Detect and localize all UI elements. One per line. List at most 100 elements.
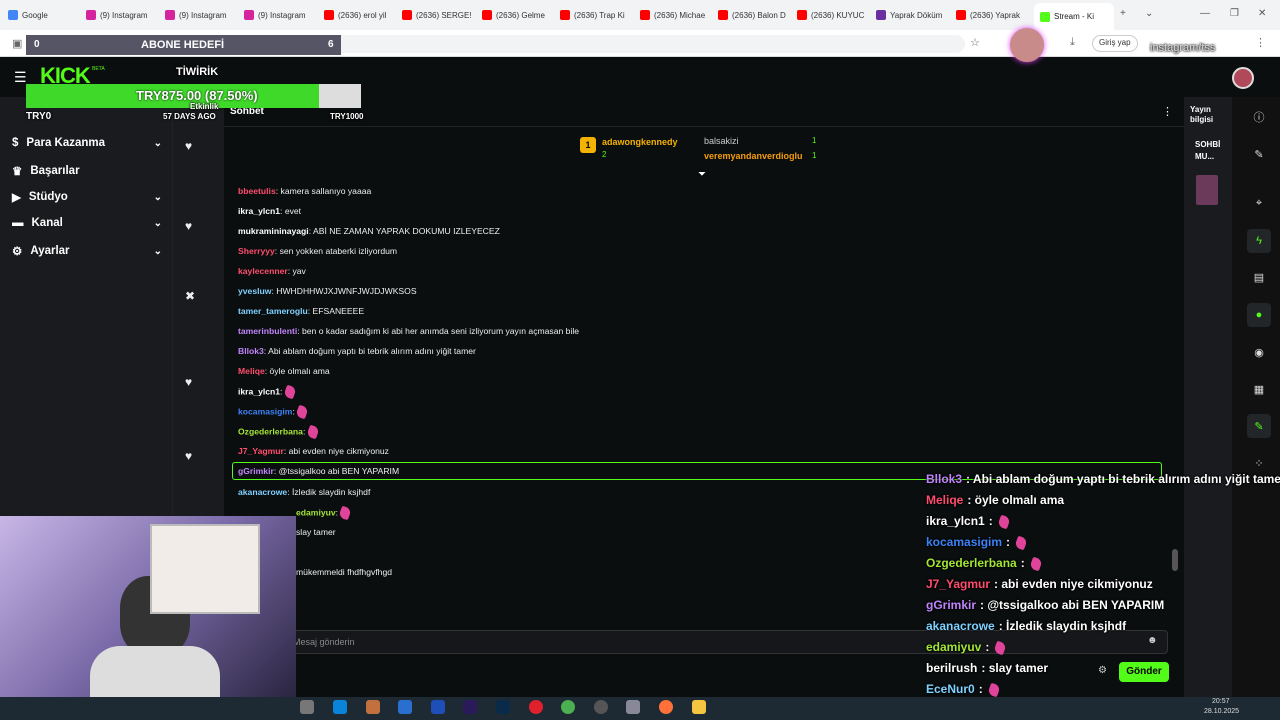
app-icon[interactable] bbox=[431, 700, 445, 714]
store-icon[interactable] bbox=[300, 700, 314, 714]
overlay-chat-line: EceNur0: bbox=[926, 682, 1001, 698]
close-window-button[interactable]: ✕ bbox=[1258, 8, 1266, 19]
sidebar-item[interactable]: ⚙ Ayarlar ⌄ bbox=[12, 244, 162, 258]
download-icon[interactable]: ⤓ bbox=[1070, 36, 1075, 49]
chrome-icon[interactable] bbox=[561, 700, 575, 714]
favicon-icon bbox=[718, 10, 728, 20]
crosshair-icon[interactable]: ⌖ bbox=[1247, 191, 1271, 215]
info-icon[interactable]: ⓘ bbox=[1247, 105, 1271, 129]
chat-username[interactable]: ikra_ylcn1 bbox=[238, 386, 280, 396]
photoshop-icon[interactable] bbox=[496, 700, 510, 714]
sidebar-icon[interactable]: ▣ bbox=[12, 37, 22, 50]
browser-tab[interactable]: (9) Instagram bbox=[244, 6, 316, 24]
browser-tab[interactable]: Yaprak Döküm bbox=[876, 6, 948, 24]
folder-icon[interactable] bbox=[692, 700, 706, 714]
chat-username[interactable]: edamiyuv bbox=[296, 507, 336, 517]
menu-icon[interactable]: ⋮ bbox=[1255, 36, 1266, 49]
new-tab-button[interactable]: + bbox=[1120, 8, 1126, 19]
browser-tab[interactable]: (9) Instagram bbox=[86, 6, 158, 24]
overlay-chat-user: EceNur0 bbox=[926, 682, 975, 696]
bookmark-star-icon[interactable]: ☆ bbox=[970, 36, 980, 49]
app-icon[interactable] bbox=[626, 700, 640, 714]
chat-username[interactable]: J7_Yagmur bbox=[238, 446, 284, 456]
browser-tab[interactable]: (2636) KUYUC bbox=[797, 6, 869, 24]
chevron-down-icon[interactable]: ⌄ bbox=[154, 218, 162, 229]
firefox-icon[interactable] bbox=[659, 700, 673, 714]
restore-button[interactable]: ❐ bbox=[1230, 8, 1239, 19]
chat-username[interactable]: Sherryyy bbox=[238, 246, 275, 256]
gear-icon: ⚙ bbox=[12, 246, 23, 258]
app-icon[interactable] bbox=[398, 700, 412, 714]
sidebar-item[interactable]: ▬ Kanal ⌄ bbox=[12, 217, 162, 229]
profile-button[interactable]: Giriş yap bbox=[1092, 35, 1138, 52]
clipboard-icon[interactable]: ▤ bbox=[1247, 265, 1271, 289]
emoji-icon[interactable]: ☻ bbox=[1147, 635, 1158, 646]
shelf bbox=[150, 524, 260, 614]
chat-username[interactable]: akanacrowe bbox=[238, 487, 287, 497]
chat-username[interactable]: ikra_ylcn1 bbox=[238, 206, 280, 216]
minimize-button[interactable]: — bbox=[1200, 8, 1210, 19]
avatar[interactable] bbox=[1232, 67, 1254, 89]
hamburger-icon[interactable]: ☰ bbox=[14, 69, 27, 86]
clock-time: 20:57 bbox=[1212, 698, 1230, 705]
edit-icon[interactable]: ✎ bbox=[1247, 142, 1271, 166]
browser-tab-label: Yaprak Döküm bbox=[890, 10, 943, 20]
chat-text: İzledik slaydin ksjhdf bbox=[292, 487, 371, 497]
chat-username[interactable]: Meliqe bbox=[238, 366, 265, 376]
browser-tab[interactable]: Google bbox=[8, 6, 80, 24]
wrench-icon[interactable]: ✎ bbox=[1247, 414, 1271, 438]
chat-username[interactable]: gGrimkir bbox=[238, 466, 274, 476]
sidebar-item[interactable]: $ Para Kazanma ⌄ bbox=[12, 137, 162, 149]
sidebar-item[interactable]: ▶ Stüdyo ⌄ bbox=[12, 190, 162, 204]
browser-tab[interactable]: (2636) Trap Ki bbox=[560, 6, 632, 24]
app-icon[interactable] bbox=[366, 700, 380, 714]
emote-icon bbox=[996, 514, 1011, 530]
chat-username[interactable]: tamerinbulenti bbox=[238, 326, 297, 336]
tab-list-icon[interactable]: ⌄ bbox=[1145, 8, 1153, 19]
browser-tab[interactable]: Stream - Ki bbox=[1034, 3, 1114, 30]
chat-username[interactable]: mukramininayagi bbox=[238, 226, 309, 236]
expand-icon[interactable]: ⏷ bbox=[698, 169, 706, 180]
settings-icon[interactable]: ⚙ bbox=[1098, 665, 1107, 676]
chat-username[interactable]: kocamasigim bbox=[238, 406, 292, 416]
browser-tab-label: (2636) Balon D bbox=[732, 10, 786, 20]
chat-username[interactable]: yvesluw bbox=[238, 286, 271, 296]
chat-username[interactable]: kaylecenner bbox=[238, 266, 288, 276]
edge-icon[interactable] bbox=[333, 700, 347, 714]
browser-tab[interactable]: (2636) erol yil bbox=[324, 6, 396, 24]
trophy-icon: ♛ bbox=[12, 166, 23, 178]
browser-tab[interactable]: (2636) Michae bbox=[640, 6, 712, 24]
chevron-down-icon[interactable]: ⌄ bbox=[154, 246, 162, 257]
chevron-down-icon[interactable]: ⌄ bbox=[154, 192, 162, 203]
chat-username[interactable]: Ozgederlerbana bbox=[238, 426, 303, 436]
chat-username[interactable]: tamer_tameroglu bbox=[238, 306, 308, 316]
category-thumbnail[interactable] bbox=[1196, 175, 1218, 205]
overlay-chat-line: kocamasigim: bbox=[926, 535, 1028, 551]
broadcast-icon[interactable]: ◉ bbox=[1247, 340, 1271, 364]
chat-message: mukramininayagi: ABİ NE ZAMAN YAPRAK DOK… bbox=[238, 226, 500, 236]
obs-icon[interactable] bbox=[594, 700, 608, 714]
chat-scrollbar[interactable] bbox=[1172, 549, 1178, 571]
chevron-down-icon[interactable]: ⌄ bbox=[154, 138, 162, 149]
browser-tab[interactable]: (2636) Balon D bbox=[718, 6, 790, 24]
chat-options-icon[interactable]: ⋮ bbox=[1162, 105, 1173, 118]
browser-tab[interactable]: (2636) SERGE! bbox=[402, 6, 474, 24]
lightning-icon[interactable]: ϟ bbox=[1247, 229, 1271, 253]
send-button[interactable]: Gönder bbox=[1119, 662, 1169, 682]
chat-text: ABİ NE ZAMAN YAPRAK DOKUMU IZLEYECEZ bbox=[313, 226, 500, 236]
layout-icon[interactable]: ▦ bbox=[1247, 377, 1271, 401]
dollar-icon: $ bbox=[12, 137, 19, 149]
chat-icon[interactable]: ● bbox=[1247, 303, 1271, 327]
browser-tab[interactable]: (2636) Gelme bbox=[482, 6, 554, 24]
premiere-icon[interactable] bbox=[463, 700, 477, 714]
leaderboard: 1 adawongkennedy 2 balsakizi 1 veremyand… bbox=[580, 135, 840, 169]
chat-username[interactable]: bbeetulis bbox=[238, 186, 276, 196]
chat-input[interactable]: Mesaj gönderin ☻ bbox=[284, 630, 1168, 654]
opera-icon[interactable] bbox=[529, 700, 543, 714]
sidebar-item[interactable]: ♛ Başarılar bbox=[12, 164, 162, 178]
chat-message: Bllok3: Abi ablam doğum yaptı bi tebrik … bbox=[238, 346, 476, 356]
chat-username[interactable]: Bllok3 bbox=[238, 346, 264, 356]
browser-tab[interactable]: (2636) Yaprak bbox=[956, 6, 1028, 24]
close-icon[interactable]: ✖ bbox=[185, 289, 195, 303]
browser-tab[interactable]: (9) Instagram bbox=[165, 6, 237, 24]
